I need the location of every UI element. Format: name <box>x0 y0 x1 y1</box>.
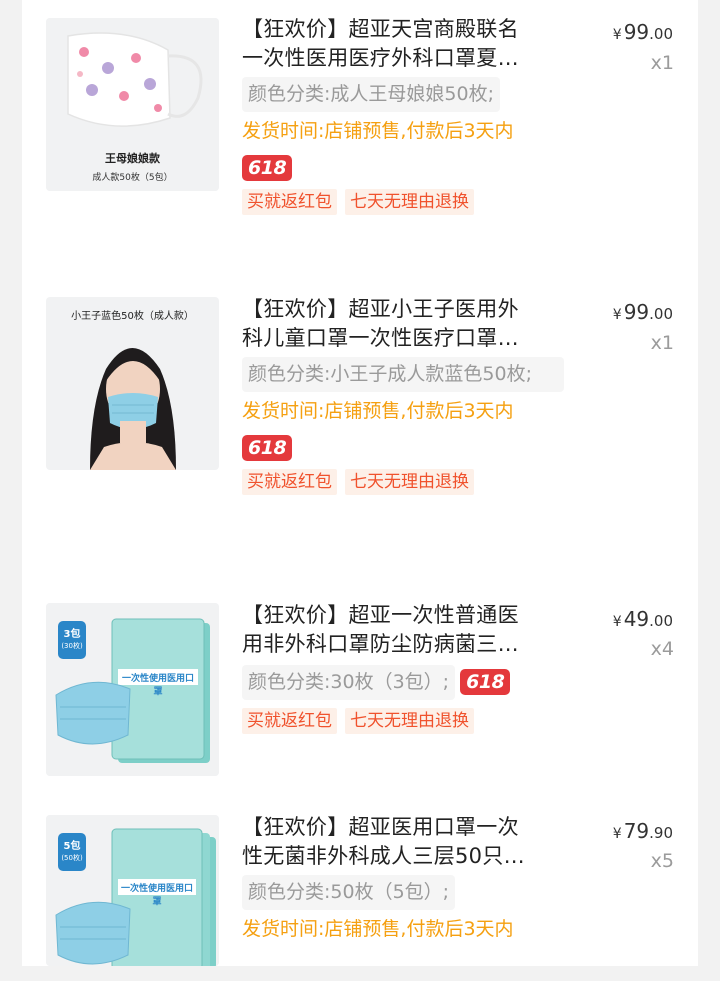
service-tags: 买就返红包 七天无理由退换 <box>242 708 577 736</box>
tag-seven-day-return: 七天无理由退换 <box>345 189 474 215</box>
sku-label: 颜色分类: <box>248 881 331 903</box>
promo-618-badge: 618 <box>242 155 293 181</box>
quantity: x1 <box>650 332 674 354</box>
product-title[interactable]: 【狂欢价】超亚天宫商殿联名 一次性医用医疗外科口罩夏… <box>242 15 577 73</box>
sku-selector[interactable]: 颜色分类:成人王母娘娘50枚; <box>242 77 500 112</box>
title-line: 【狂欢价】超亚天宫商殿联名 <box>242 17 519 41</box>
service-tags: 买就返红包 七天无理由退换 <box>242 469 577 497</box>
quantity: x1 <box>650 52 674 74</box>
sku-selector[interactable]: 颜色分类:50枚（5包）; <box>242 875 456 910</box>
quantity: x5 <box>650 850 674 872</box>
sku-value: 50枚（5包）; <box>330 881 450 903</box>
product-thumbnail[interactable]: 3包 (30枚) 一次性使用医用口罩 <box>46 603 219 776</box>
tag-seven-day-return: 七天无理由退换 <box>345 469 474 495</box>
sku-value: 小王子成人款蓝色50枚; <box>330 363 532 385</box>
sku-selector[interactable]: 颜色分类:小王子成人款蓝色50枚; <box>242 357 564 392</box>
sku-label: 颜色分类: <box>248 363 331 385</box>
thumb-caption: 王母娘娘款 <box>105 152 160 165</box>
product-thumbnail[interactable]: 5包 (50枚) 一次性使用医用口罩 <box>46 815 219 966</box>
sku-value: 30枚（3包）; <box>330 671 450 693</box>
product-title[interactable]: 【狂欢价】超亚小王子医用外 科儿童口罩一次性医疗口罩… <box>242 295 577 353</box>
order-item[interactable]: 王母娘娘款 成人款50枚（5包） 【狂欢价】超亚天宫商殿联名 一次性医用医疗外科… <box>22 0 698 290</box>
service-tags: 买就返红包 七天无理由退换 <box>242 189 577 217</box>
pack-count-badge: 3包 <box>63 629 81 640</box>
title-line: 科儿童口罩一次性医疗口罩… <box>242 326 519 350</box>
title-line: 【狂欢价】超亚医用口罩一次 <box>242 815 519 839</box>
tag-red-packet: 买就返红包 <box>242 469 337 495</box>
promo-618-badge: 618 <box>242 435 293 461</box>
title-line: 性无菌非外科成人三层50只… <box>242 844 525 868</box>
tag-red-packet: 买就返红包 <box>242 708 337 734</box>
product-title[interactable]: 【狂欢价】超亚医用口罩一次 性无菌非外科成人三层50只… <box>242 813 577 871</box>
quantity: x4 <box>650 638 674 660</box>
shipping-time: 发货时间:店铺预售,付款后3天内 <box>242 400 514 422</box>
unit-price: ¥49.00 <box>612 607 673 631</box>
sku-value: 成人王母娘娘50枚; <box>330 83 494 105</box>
thumb-caption: 小王子蓝色50枚（成人款） <box>71 311 194 322</box>
order-item[interactable]: 小王子蓝色50枚（成人款） 【狂欢价】超亚小王子医用外 科儿童口罩一次性医疗口罩… <box>22 290 698 600</box>
shipping-time: 发货时间:店铺预售,付款后3天内 <box>242 120 514 142</box>
product-thumbnail[interactable]: 王母娘娘款 成人款50枚（5包） <box>46 18 219 191</box>
title-line: 一次性医用医疗外科口罩夏… <box>242 46 519 70</box>
sku-label: 颜色分类: <box>248 83 331 105</box>
title-line: 【狂欢价】超亚一次性普通医 <box>242 603 519 627</box>
pack-count-sub: (30枚) <box>61 642 83 650</box>
sku-label: 颜色分类: <box>248 671 331 693</box>
tag-red-packet: 买就返红包 <box>242 189 337 215</box>
order-item[interactable]: 5包 (50枚) 一次性使用医用口罩 【狂欢价】超亚医用口罩一次 性无菌非外科成… <box>22 810 698 966</box>
order-items-card: 王母娘娘款 成人款50枚（5包） 【狂欢价】超亚天宫商殿联名 一次性医用医疗外科… <box>22 0 698 966</box>
unit-price: ¥99.00 <box>612 300 673 324</box>
promo-618-badge: 618 <box>460 669 511 695</box>
unit-price: ¥79.90 <box>612 819 673 843</box>
pack-count-sub: (50枚) <box>61 854 83 862</box>
sku-selector[interactable]: 颜色分类:30枚（3包）; <box>242 665 456 700</box>
product-thumbnail[interactable]: 小王子蓝色50枚（成人款） <box>46 297 219 470</box>
title-line: 【狂欢价】超亚小王子医用外 <box>242 297 519 321</box>
tag-seven-day-return: 七天无理由退换 <box>345 708 474 734</box>
order-item[interactable]: 3包 (30枚) 一次性使用医用口罩 【狂欢价】超亚一次性普通医 用非外科口罩防… <box>22 600 698 810</box>
model-photo <box>90 348 176 470</box>
pack-count-badge: 5包 <box>63 841 81 852</box>
product-title[interactable]: 【狂欢价】超亚一次性普通医 用非外科口罩防尘防病菌三… <box>242 601 577 659</box>
pack-label: 一次性使用医用口罩 <box>120 884 193 907</box>
unit-price: ¥99.00 <box>612 20 673 44</box>
thumb-subcaption: 成人款50枚（5包） <box>92 173 173 183</box>
pack-label: 一次性使用医用口罩 <box>121 674 194 697</box>
title-line: 用非外科口罩防尘防病菌三… <box>242 632 519 656</box>
shipping-time: 发货时间:店铺预售,付款后3天内 <box>242 918 514 940</box>
